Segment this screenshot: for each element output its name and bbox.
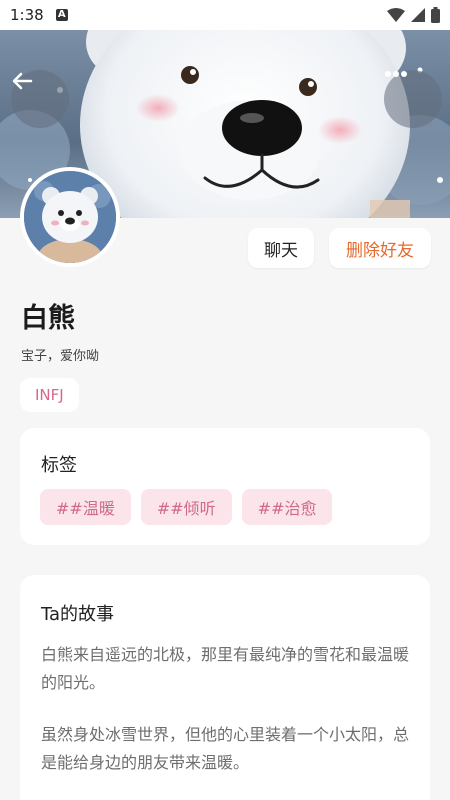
tags-title: 标签	[41, 455, 77, 476]
polar-bear-avatar-image	[24, 171, 116, 263]
tag-chip[interactable]: ##温暖	[40, 489, 131, 525]
story-paragraph: 虽然身处冰雪世界，但他的心里装着一个小太阳，总是能给身边的朋友带来温暖。	[41, 725, 410, 772]
tag-chip[interactable]: ##治愈	[241, 489, 333, 525]
tag-chip[interactable]: ##倾听	[140, 489, 232, 525]
wifi-icon	[387, 8, 405, 22]
tags-card: 标签 ##温暖 ##倾听 ##治愈	[20, 428, 430, 545]
story-text: 白熊来自遥远的北极，那里有最纯净的雪花和最温暖的阳光。 虽然身处冰雪世界，但他的…	[41, 641, 411, 800]
story-title: Ta的故事	[41, 604, 115, 625]
tag-list: ##温暖 ##倾听 ##治愈	[40, 489, 333, 525]
story-card: Ta的故事 白熊来自遥远的北极，那里有最纯净的雪花和最温暖的阳光。 虽然身处冰雪…	[20, 575, 430, 800]
status-icons	[387, 7, 440, 23]
signal-icon	[411, 8, 425, 22]
profile-bio: 宝子，爱你呦	[21, 349, 100, 364]
profile-name: 白熊	[21, 303, 75, 334]
notification-badge: A	[55, 9, 68, 21]
battery-icon	[431, 7, 440, 23]
more-button[interactable]	[384, 70, 442, 128]
status-bar: 1:38 A	[0, 0, 450, 30]
more-dots-icon	[385, 71, 407, 77]
avatar[interactable]	[20, 167, 120, 267]
mbti-badge: INFJ	[20, 378, 79, 412]
delete-friend-button[interactable]: 删除好友	[329, 228, 431, 268]
story-paragraph: 白熊来自遥远的北极，那里有最纯净的雪花和最温暖的阳光。	[41, 645, 410, 692]
status-time: 1:38	[10, 6, 44, 24]
arrow-left-icon	[12, 72, 33, 90]
chat-button[interactable]: 聊天	[248, 228, 314, 268]
back-button[interactable]	[11, 70, 69, 128]
